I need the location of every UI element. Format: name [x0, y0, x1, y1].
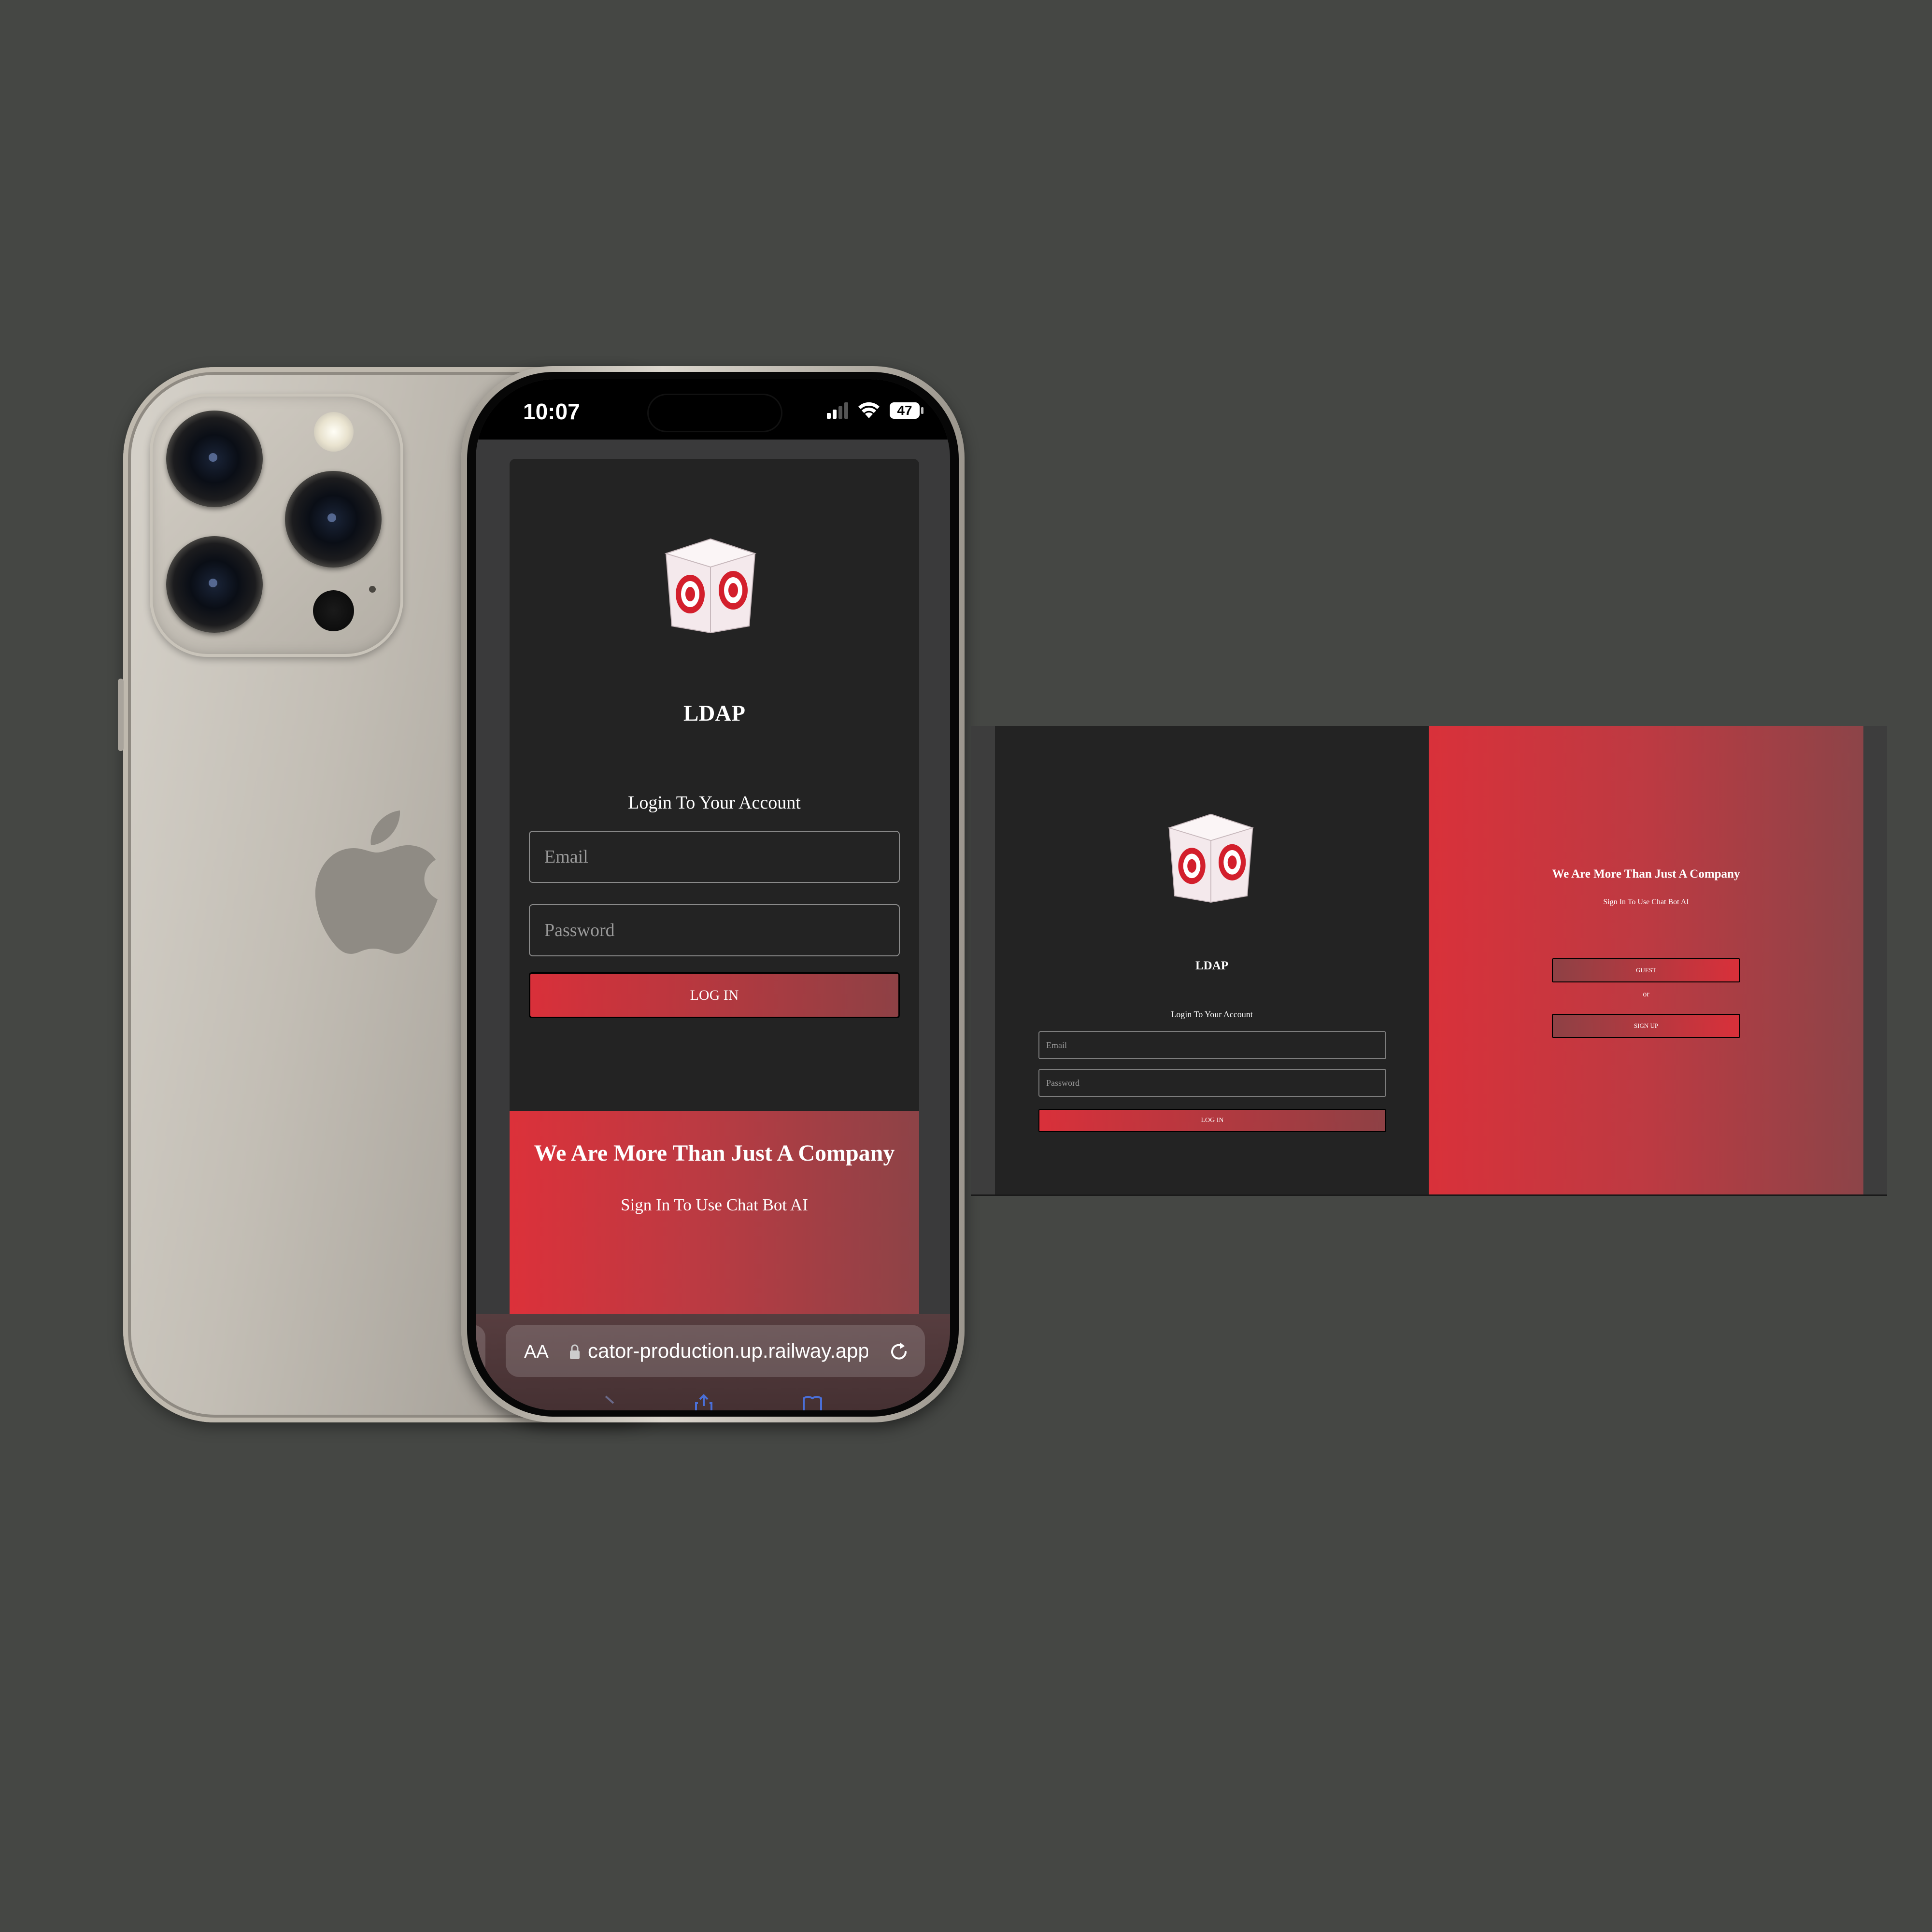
flash-icon — [314, 412, 354, 452]
promo-subtitle: Sign In To Use Chat Bot AI — [1603, 898, 1689, 906]
promo-title: We Are More Than Just A Company — [534, 1140, 895, 1166]
reload-icon[interactable] — [887, 1340, 910, 1364]
signal-icon — [827, 402, 848, 419]
or-separator: or — [1643, 990, 1649, 998]
desktop-login-panel: LDAP Login To Your Account LOG IN — [995, 726, 1429, 1194]
battery-nub — [921, 407, 923, 414]
apple-logo — [315, 810, 438, 954]
desktop-login-page: LDAP Login To Your Account LOG IN We Are… — [971, 726, 1887, 1196]
email-field[interactable] — [1038, 1031, 1386, 1059]
login-button[interactable]: LOG IN — [1038, 1109, 1386, 1132]
side-button — [118, 679, 124, 751]
lidar-sensor-icon — [313, 590, 354, 631]
battery-icon: 47 — [890, 402, 920, 419]
guest-button[interactable]: GUEST — [1552, 958, 1740, 982]
bookmarks-icon[interactable] — [802, 1393, 823, 1410]
camera-lens-icon — [285, 471, 382, 568]
login-button[interactable]: LOG IN — [529, 972, 900, 1018]
signup-button[interactable]: SIGN UP — [1552, 1014, 1740, 1038]
promo-title: We Are More Than Just A Company — [1552, 867, 1740, 881]
login-heading: Login To Your Account — [628, 793, 801, 813]
tabs-icon[interactable] — [913, 1393, 934, 1410]
microphone-icon — [369, 586, 376, 593]
login-heading: Login To Your Account — [1171, 1009, 1253, 1019]
password-field[interactable] — [529, 904, 900, 956]
logo-box-icon — [664, 538, 757, 634]
brand-title: LDAP — [1195, 959, 1229, 972]
camera-lens-icon — [166, 536, 263, 633]
previous-tab-pill[interactable] — [476, 1325, 485, 1377]
promo-panel: We Are More Than Just A Company Sign In … — [1429, 726, 1863, 1194]
lock-icon — [570, 1344, 580, 1359]
brand-title: LDAP — [683, 701, 745, 726]
share-icon[interactable] — [693, 1393, 714, 1410]
forward-icon[interactable] — [599, 1393, 620, 1410]
dynamic-island — [647, 394, 782, 432]
url-text[interactable]: cator-production.up.railway.app — [588, 1339, 868, 1363]
password-field[interactable] — [1038, 1069, 1386, 1097]
phone-screen: 10:07 47 LDAP Login To Your Account LOG … — [476, 379, 950, 1410]
status-time: 10:07 — [523, 399, 580, 424]
email-field[interactable] — [529, 831, 900, 883]
wifi-icon — [858, 402, 880, 418]
camera-lens-icon — [166, 411, 263, 507]
text-size-button[interactable]: AA — [524, 1342, 549, 1363]
mobile-login-card: LDAP Login To Your Account LOG IN We Are… — [510, 459, 919, 1314]
logo-box-icon — [1167, 813, 1254, 903]
promo-subtitle: Sign In To Use Chat Bot AI — [621, 1195, 808, 1214]
